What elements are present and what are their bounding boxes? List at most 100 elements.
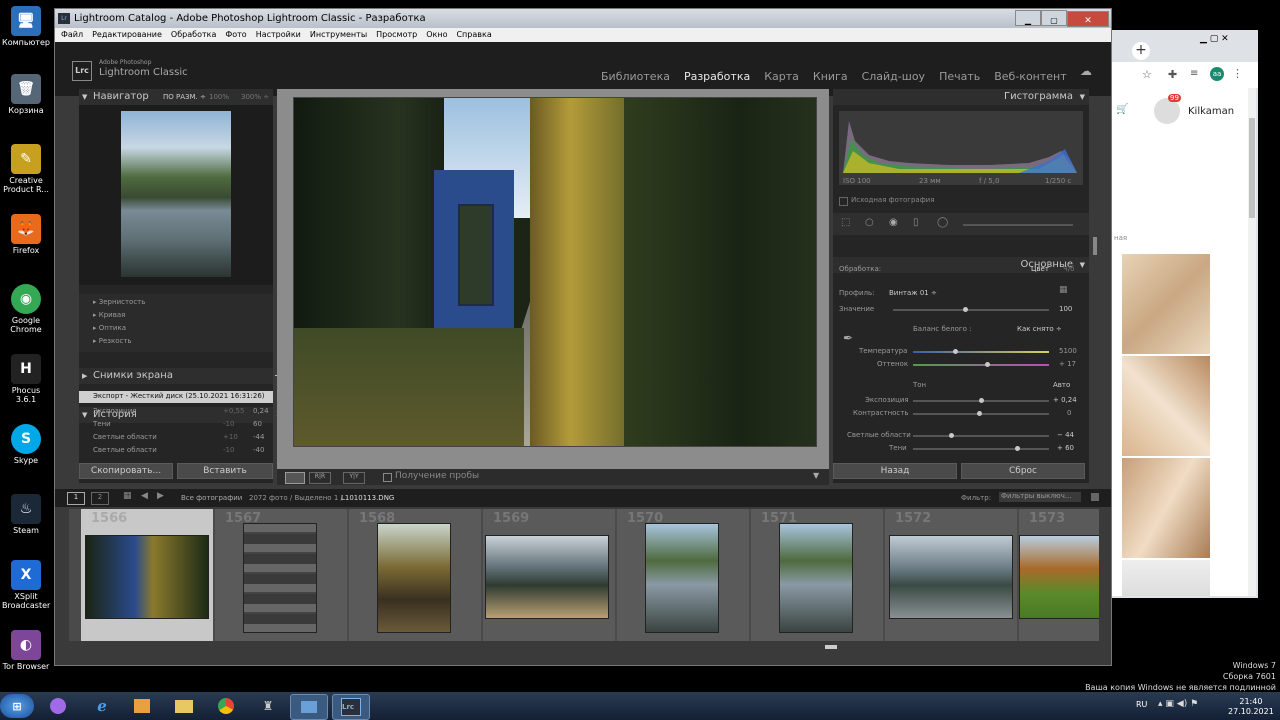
highlights-slider[interactable] — [913, 433, 1049, 438]
desktop-icon-firefox[interactable]: 🦊 Firefox — [2, 214, 50, 255]
grid-icon[interactable]: ▦ — [123, 491, 132, 501]
product-image[interactable] — [1122, 254, 1210, 354]
preset-item[interactable]: ▸ Оптика — [93, 324, 126, 332]
taskbar-app-remote[interactable] — [290, 694, 328, 720]
chrome-scrollbar[interactable] — [1248, 88, 1256, 596]
shadows-slider[interactable] — [913, 446, 1049, 451]
minimize-button[interactable]: ▁ — [1015, 10, 1041, 26]
filmstrip-thumb[interactable]: 1566 — [81, 509, 213, 641]
redeye-icon[interactable]: ◉ — [889, 217, 898, 228]
zoom-fit-option[interactable]: ПО РАЗМ. ÷ — [163, 89, 206, 105]
menu-window[interactable]: Окно — [426, 30, 447, 39]
shadows-value[interactable]: + 60 — [1057, 444, 1074, 452]
previous-button[interactable]: Назад — [833, 463, 957, 479]
history-item[interactable]: Светлые области +10 -44 — [93, 433, 265, 441]
cart-icon[interactable]: 🛒 — [1116, 104, 1128, 115]
volume-icon[interactable]: ◀) — [1177, 699, 1187, 709]
slider-knob[interactable] — [985, 362, 990, 367]
radial-filter-icon[interactable]: ◯ — [937, 217, 948, 228]
taskbar-app-chrome[interactable] — [208, 694, 244, 718]
desktop-icon-skype[interactable]: S Skype — [2, 424, 50, 465]
tint-value[interactable]: + 17 — [1059, 360, 1076, 368]
menu-list-icon[interactable]: ≡ — [1190, 68, 1198, 79]
language-indicator[interactable]: RU — [1136, 700, 1147, 709]
compare-icon[interactable]: Y|Y — [343, 472, 365, 484]
start-button[interactable]: ⊞ — [0, 694, 34, 718]
chrome-window[interactable]: + ▁ ▢ ✕ ☆ ✚ ≡ aa ⋮ 99 Kilkaman 🛒 ная — [1112, 30, 1258, 598]
original-photo-checkbox[interactable] — [839, 197, 848, 206]
graduated-filter-icon[interactable]: ▯ — [913, 217, 919, 228]
menu-edit[interactable]: Редактирование — [92, 30, 162, 39]
reset-button[interactable]: Сброс — [961, 463, 1085, 479]
monitor-1-button[interactable]: 1 — [67, 492, 85, 505]
contrast-slider[interactable] — [913, 411, 1049, 416]
desktop-icon-steam[interactable]: ♨ Steam — [2, 494, 50, 535]
taskbar-app-assistant[interactable] — [40, 694, 76, 718]
profile-select[interactable]: Винтаж 01 ÷ — [889, 289, 937, 297]
history-item[interactable]: Светлые области -10 -40 — [93, 446, 265, 454]
contrast-value[interactable]: 0 — [1067, 409, 1071, 417]
product-image[interactable] — [1122, 356, 1210, 456]
history-item[interactable]: Экспозиция +0,55 0,24 — [93, 407, 269, 415]
flag-icon[interactable]: ⚑ — [1190, 699, 1198, 709]
preset-item[interactable]: ▸ Кривая — [93, 311, 125, 319]
paste-settings-button[interactable]: Вставить — [177, 463, 273, 479]
histogram[interactable]: ISO 100 23 мм f / 5,0 1/250 с — [839, 111, 1083, 185]
navigator-preview[interactable] — [79, 105, 273, 285]
module-map[interactable]: Карта — [764, 70, 799, 83]
forward-arrow-icon[interactable]: ▶ — [157, 491, 164, 501]
auto-tone-button[interactable]: Авто — [1053, 381, 1070, 389]
profile-avatar[interactable]: aa — [1210, 67, 1224, 81]
filter-lock-icon[interactable] — [1091, 493, 1099, 501]
amount-value[interactable]: 100 — [1059, 305, 1072, 313]
tint-slider[interactable] — [913, 362, 1049, 367]
slider-knob[interactable] — [949, 433, 954, 438]
network-icon[interactable]: ▣ — [1165, 699, 1174, 709]
chrome-window-controls[interactable]: ▁ ▢ ✕ — [1200, 34, 1229, 44]
highlights-value[interactable]: − 44 — [1057, 431, 1074, 439]
slider-knob[interactable] — [979, 398, 984, 403]
preset-item[interactable]: ▸ Резкость — [93, 337, 132, 345]
product-image[interactable] — [1122, 458, 1210, 558]
filmstrip-scroll-handle[interactable] — [825, 645, 837, 649]
filmstrip-thumb[interactable]: 1569 — [483, 509, 615, 641]
more-icon[interactable]: ⋮ — [1232, 67, 1243, 80]
temp-slider[interactable] — [913, 349, 1049, 354]
treatment-bw[interactable]: Ч/б — [1063, 265, 1074, 273]
filter-select[interactable]: Фильтры выключ... — [999, 492, 1081, 502]
taskbar-app-ie[interactable]: ℯ — [84, 694, 120, 718]
cloud-icon[interactable]: ☁ — [1080, 64, 1092, 78]
loupe-view[interactable] — [277, 89, 829, 469]
back-arrow-icon[interactable]: ◀ — [141, 491, 148, 501]
module-web[interactable]: Веб-контент — [994, 70, 1066, 83]
amount-slider[interactable] — [893, 307, 1049, 312]
tray-arrow-icon[interactable]: ▴ — [1158, 699, 1163, 709]
filmstrip-thumb[interactable]: 1571 — [751, 509, 883, 641]
window-titlebar[interactable]: Lr Lightroom Catalog - Adobe Photoshop L… — [55, 9, 1111, 28]
filmstrip-thumb[interactable]: 1572 — [885, 509, 1017, 641]
star-icon[interactable]: ☆ — [1142, 68, 1152, 81]
histogram-header[interactable]: Гистограмма ▼ — [833, 89, 1089, 105]
menu-help[interactable]: Справка — [456, 30, 491, 39]
wb-select[interactable]: Как снято ÷ — [1017, 325, 1062, 333]
product-image[interactable] — [1122, 560, 1210, 596]
loupe-view-icon[interactable] — [285, 472, 305, 484]
extension-icon[interactable]: ✚ — [1168, 68, 1177, 81]
menu-develop[interactable]: Обработка — [171, 30, 216, 39]
crop-icon[interactable]: ⬚ — [841, 217, 850, 228]
menu-tools[interactable]: Инструменты — [310, 30, 367, 39]
module-library[interactable]: Библиотека — [601, 70, 670, 83]
user-name[interactable]: Kilkaman — [1188, 106, 1234, 117]
profile-browser-icon[interactable]: ▦ — [1059, 285, 1068, 295]
copy-settings-button[interactable]: Скопировать... — [79, 463, 173, 479]
treatment-color[interactable]: Цвет — [1031, 265, 1049, 273]
filmstrip-thumb[interactable]: 1573 — [1019, 509, 1099, 641]
toolbar-menu-icon[interactable]: ▼ — [813, 471, 819, 480]
history-item-selected[interactable]: Экспорт - Жесткий диск (25.10.2021 16:31… — [79, 391, 273, 403]
filmstrip-thumb[interactable]: 1570 — [617, 509, 749, 641]
slider-knob[interactable] — [953, 349, 958, 354]
spot-removal-icon[interactable]: ○ — [865, 217, 874, 228]
filmstrip-thumb[interactable]: 1567 — [215, 509, 347, 641]
right-panel-scrollbar[interactable] — [1093, 237, 1097, 255]
module-book[interactable]: Книга — [813, 70, 848, 83]
